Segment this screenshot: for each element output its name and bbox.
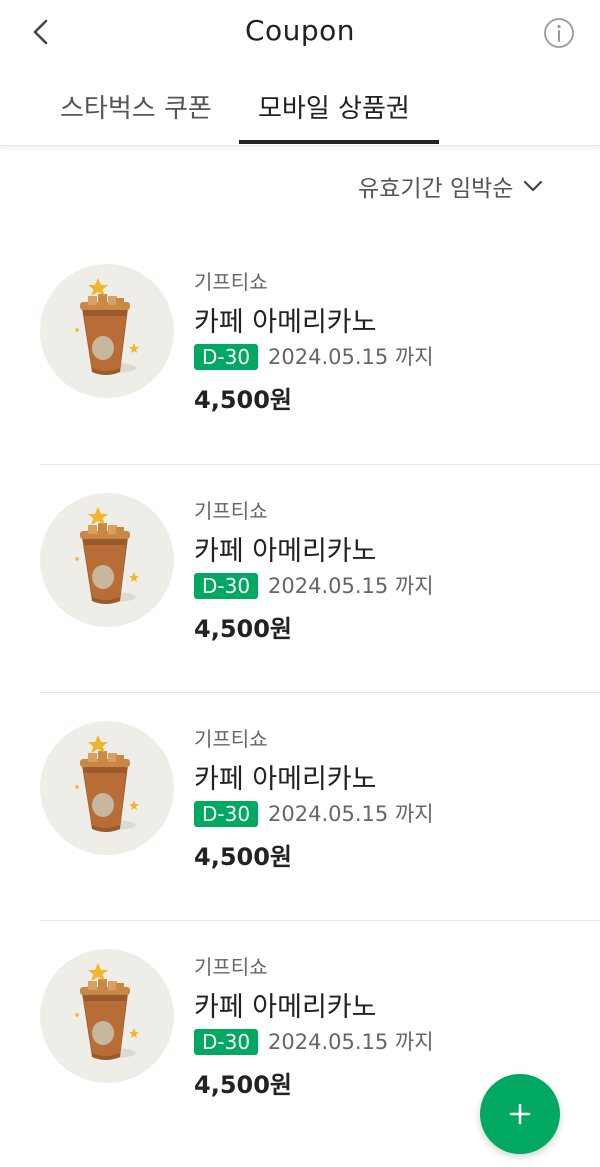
list-item[interactable]: 기프티쇼 카페 아메리카노 D-30 2024.05.15 까지 4,500원 [40, 464, 600, 692]
brand-name: 기프티쇼 [194, 955, 268, 979]
brand-name: 기프티쇼 [194, 499, 268, 523]
iced-coffee-icon [40, 721, 174, 855]
tab-bar: 스타벅스 쿠폰 모바일 상품권 [0, 70, 600, 146]
product-name: 카페 아메리카노 [194, 536, 377, 567]
price: 4,500원 [194, 615, 292, 643]
add-button[interactable] [480, 1074, 560, 1154]
app-header: Coupon [0, 0, 600, 64]
list-item[interactable]: 기프티쇼 카페 아메리카노 D-30 2024.05.15 까지 4,500원 [0, 236, 600, 464]
chevron-down-icon [524, 180, 543, 192]
product-name: 카페 아메리카노 [194, 764, 377, 795]
d-day-badge: D-30 [194, 344, 259, 370]
price: 4,500원 [194, 1071, 292, 1099]
iced-coffee-icon [40, 264, 174, 398]
sort-label: 유효기간 임박순 [358, 176, 514, 202]
product-name: 카페 아메리카노 [194, 307, 377, 338]
iced-coffee-icon [40, 493, 174, 627]
list-item[interactable]: 기프티쇼 카페 아메리카노 D-30 2024.05.15 까지 4,500원 [40, 692, 600, 920]
brand-name: 기프티쇼 [194, 727, 268, 751]
price: 4,500원 [194, 386, 292, 414]
page-title: Coupon [244, 14, 356, 47]
d-day-badge: D-30 [194, 1029, 259, 1055]
expiry-date: 2024.05.15 까지 [268, 574, 434, 598]
expiry-date: 2024.05.15 까지 [268, 802, 434, 826]
d-day-badge: D-30 [194, 801, 259, 827]
price: 4,500원 [194, 843, 292, 871]
plus-icon [509, 1103, 531, 1125]
gift-card-list: 기프티쇼 카페 아메리카노 D-30 2024.05.15 까지 4,500원 [0, 236, 600, 1148]
product-name: 카페 아메리카노 [194, 992, 377, 1023]
brand-name: 기프티쇼 [194, 270, 268, 294]
info-button[interactable] [542, 16, 576, 50]
expiry-date: 2024.05.15 까지 [268, 1030, 434, 1054]
expiry-date: 2024.05.15 까지 [268, 345, 434, 369]
info-icon [544, 18, 574, 48]
tab-mobile-gift-card[interactable]: 모바일 상품권 [258, 88, 410, 125]
d-day-badge: D-30 [194, 573, 259, 599]
active-tab-indicator [239, 140, 439, 144]
tab-starbucks-coupon[interactable]: 스타벅스 쿠폰 [60, 88, 212, 125]
sort-dropdown[interactable]: 유효기간 임박순 [358, 170, 545, 202]
iced-coffee-icon [40, 949, 174, 1083]
